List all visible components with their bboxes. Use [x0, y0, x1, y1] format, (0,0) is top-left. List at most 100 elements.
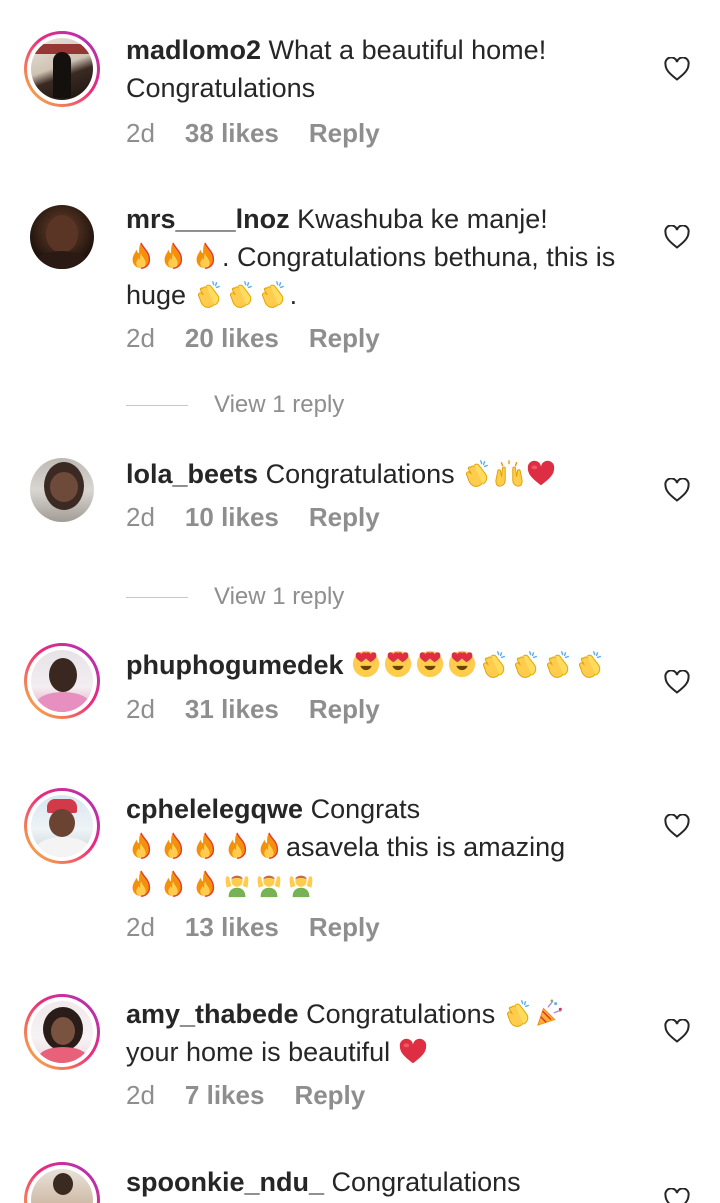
comment-username[interactable]: phuphogumedek: [126, 650, 344, 680]
comment-username[interactable]: lola_beets: [126, 459, 258, 489]
comment-body-2: your home is beautiful: [126, 1037, 391, 1067]
reply-button[interactable]: Reply: [309, 912, 380, 942]
divider-line: [126, 597, 188, 599]
comment-text: mrs____lnoz Kwashuba ke manje! . Congrat…: [126, 200, 636, 314]
fire-emoji-icon: [190, 831, 220, 861]
fire-emoji-icon: [158, 831, 188, 861]
reply-button[interactable]: Reply: [309, 323, 380, 353]
heart-eyes-emoji-icon: [383, 649, 413, 679]
comment-time[interactable]: 2d: [126, 502, 155, 532]
fire-emoji-icon: [190, 869, 220, 899]
comment-body: Congrats: [303, 794, 421, 824]
like-heart-icon[interactable]: [664, 478, 690, 502]
like-heart-icon[interactable]: [664, 1019, 690, 1043]
comment-meta: 2d 20 likes Reply: [126, 323, 380, 354]
comment-body: Congratulations: [324, 1167, 521, 1197]
avatar-image: [31, 38, 93, 100]
avatar[interactable]: [24, 452, 100, 528]
clap-emoji-icon: [543, 649, 573, 679]
comment-text: lola_beets Congratulations: [126, 455, 636, 493]
comment-likes[interactable]: 7 likes: [185, 1080, 265, 1110]
avatar-image: [31, 795, 93, 857]
view-replies-label: View 1 reply: [214, 583, 345, 610]
comment-username[interactable]: amy_thabede: [126, 999, 299, 1029]
avatar-image: [30, 458, 94, 522]
clap-emoji-icon: [479, 649, 509, 679]
person-raising-hands-emoji-icon: [254, 869, 284, 899]
comment-username[interactable]: mrs____lnoz: [126, 204, 290, 234]
person-raising-hands-emoji-icon: [286, 869, 316, 899]
comment-time[interactable]: 2d: [126, 118, 155, 148]
avatar-image: [31, 650, 93, 712]
avatar[interactable]: [24, 994, 100, 1070]
comment-likes[interactable]: 20 likes: [185, 323, 279, 353]
comment-time[interactable]: 2d: [126, 323, 155, 353]
like-heart-icon[interactable]: [664, 670, 690, 694]
avatar[interactable]: [24, 31, 100, 107]
comment-body-3: .: [289, 280, 298, 310]
red-heart-emoji-icon: [526, 458, 556, 488]
raised-hands-emoji-icon: [494, 458, 524, 488]
comment-body: Congratulations: [298, 999, 496, 1029]
reply-button[interactable]: Reply: [309, 502, 380, 532]
view-replies-button[interactable]: View 1 reply: [126, 583, 344, 611]
comment-body-2: asavela this is amazing: [286, 832, 566, 862]
like-heart-icon[interactable]: [664, 1188, 690, 1203]
comment-text: cphelelegqwe Congrats asavela this is am…: [126, 790, 636, 904]
fire-emoji-icon: [126, 831, 156, 861]
clap-emoji-icon: [462, 458, 492, 488]
like-heart-icon[interactable]: [664, 225, 690, 249]
avatar[interactable]: [24, 199, 100, 275]
avatar[interactable]: [24, 1162, 100, 1203]
comment-meta: 2d 7 likes Reply: [126, 1080, 365, 1111]
clap-emoji-icon: [511, 649, 541, 679]
fire-emoji-icon: [222, 831, 252, 861]
heart-eyes-emoji-icon: [415, 649, 445, 679]
comment-body: Kwashuba ke manje!: [289, 204, 548, 234]
comment-text: amy_thabede Congratulations your home is…: [126, 995, 636, 1071]
comment-meta: 2d 13 likes Reply: [126, 912, 380, 943]
fire-emoji-icon: [126, 869, 156, 899]
comment-likes[interactable]: 10 likes: [185, 502, 279, 532]
party-popper-emoji-icon: [535, 998, 565, 1028]
red-heart-emoji-icon: [398, 1036, 428, 1066]
fire-emoji-icon: [158, 869, 188, 899]
view-replies-label: View 1 reply: [214, 391, 345, 418]
clap-emoji-icon: [194, 279, 224, 309]
clap-emoji-icon: [258, 279, 288, 309]
comment-meta: 2d 38 likes Reply: [126, 118, 380, 149]
comment-time[interactable]: 2d: [126, 694, 155, 724]
comment-meta: 2d 10 likes Reply: [126, 502, 380, 533]
comment-text: madlomo2 What a beautiful home! Congratu…: [126, 31, 636, 107]
comment-likes[interactable]: 31 likes: [185, 694, 279, 724]
comment-likes[interactable]: 38 likes: [185, 118, 279, 148]
reply-button[interactable]: Reply: [294, 1080, 365, 1110]
comment-time[interactable]: 2d: [126, 912, 155, 942]
clap-emoji-icon: [503, 998, 533, 1028]
person-raising-hands-emoji-icon: [222, 869, 252, 899]
comment-likes[interactable]: 13 likes: [185, 912, 279, 942]
heart-eyes-emoji-icon: [351, 649, 381, 679]
reply-button[interactable]: Reply: [309, 118, 380, 148]
comment-time[interactable]: 2d: [126, 1080, 155, 1110]
fire-emoji-icon: [190, 241, 220, 271]
fire-emoji-icon: [126, 241, 156, 271]
heart-eyes-emoji-icon: [447, 649, 477, 679]
avatar[interactable]: [24, 643, 100, 719]
clap-emoji-icon: [575, 649, 605, 679]
comment-username[interactable]: spoonkie_ndu_: [126, 1167, 324, 1197]
fire-emoji-icon: [254, 831, 284, 861]
view-replies-button[interactable]: View 1 reply: [126, 391, 344, 419]
divider-line: [126, 405, 188, 407]
reply-button[interactable]: Reply: [309, 694, 380, 724]
comment-username[interactable]: madlomo2: [126, 35, 261, 65]
like-heart-icon[interactable]: [664, 57, 690, 81]
like-heart-icon[interactable]: [664, 814, 690, 838]
comment-username[interactable]: cphelelegqwe: [126, 794, 303, 824]
avatar-image: [30, 205, 94, 269]
comment-meta: 2d 31 likes Reply: [126, 694, 380, 725]
avatar[interactable]: [24, 788, 100, 864]
clap-emoji-icon: [226, 279, 256, 309]
avatar-image: [31, 1001, 93, 1063]
comment-text: spoonkie_ndu_ Congratulations: [126, 1163, 636, 1201]
